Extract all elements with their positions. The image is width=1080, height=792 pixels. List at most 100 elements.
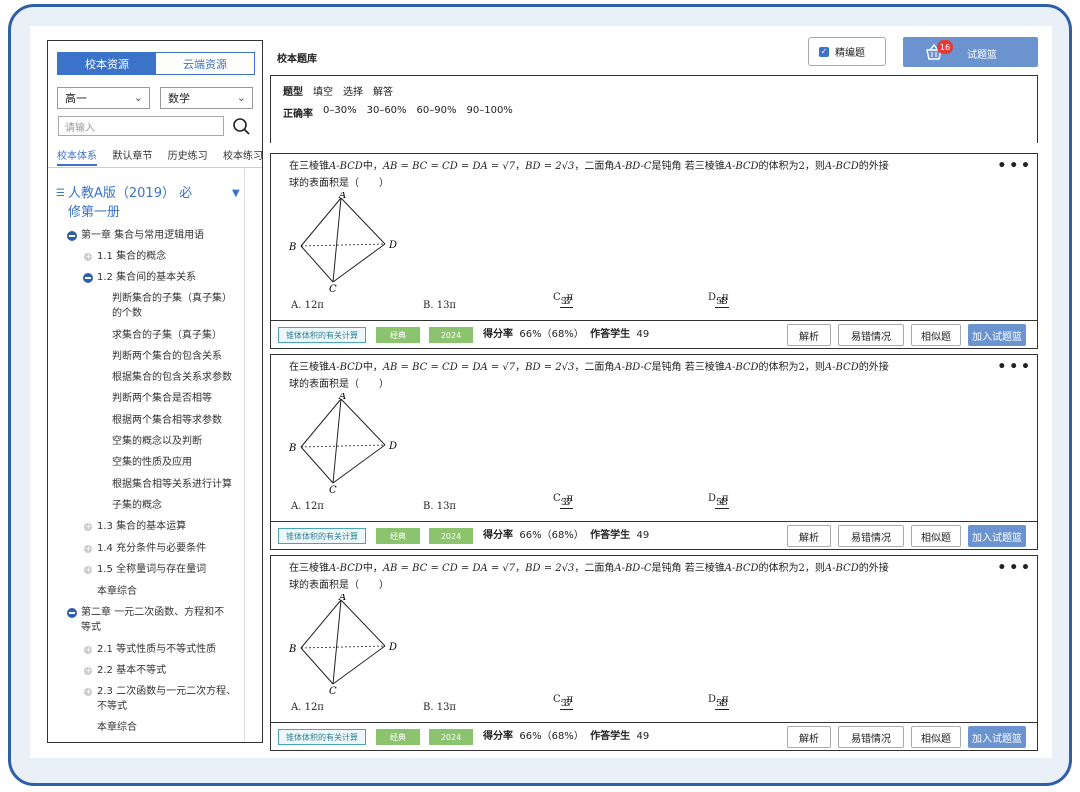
score-rate-value: 66%（68%） [519,329,584,340]
analysis-button[interactable]: 解析 [787,324,831,346]
tree-leaf[interactable]: 子集的概念 [112,498,162,513]
option-a: A. 12π [291,702,324,713]
tree-leaf[interactable]: 判断两个集合的包含关系 [112,349,222,364]
similar-questions-button[interactable]: 相似题 [911,525,961,547]
analysis-button[interactable]: 解析 [787,726,831,748]
tree-node[interactable]: 1.1 集合的概念 [84,249,166,264]
tree-node[interactable]: 2.1 等式性质与不等式性质 [84,642,216,657]
textbook-title-line1: 人教A版（2019） 必 [68,186,193,201]
tree-node[interactable]: 本章综合 [97,584,137,599]
question-line2: 球的表面积是（ ） [289,379,389,390]
tree-leaf[interactable]: 判断两个集合是否相等 [112,391,212,406]
vertex-b-label: B [289,242,296,253]
search-icon[interactable] [231,116,251,136]
question-stem: 在三棱锥A-BCD中，AB = BC = CD = DA = √7，BD = 2… [289,359,989,393]
tetrahedron-figure: A B D C [289,594,397,694]
basket-label: 试题篮 [967,50,997,61]
rate-option[interactable]: 0–30% [323,105,357,120]
vertex-a-label: A [338,393,346,402]
grade-select[interactable]: 高一 ⌄ [57,87,150,109]
option-c: C. 37 3 π [553,493,574,509]
option-c: C. 37 3 π [553,292,574,308]
tree-node[interactable]: 1.5 全称量词与存在量词 [84,562,206,577]
error-situation-button[interactable]: 易错情况 [838,324,904,346]
tree-node[interactable]: 2.2 基本不等式 [84,663,166,678]
vertex-d-label: D [388,642,397,653]
subject-value: 数学 [168,92,190,105]
similar-questions-button[interactable]: 相似题 [911,324,961,346]
rate-option[interactable]: 30–60% [367,105,407,120]
subject-select[interactable]: 数学 ⌄ [160,87,253,109]
textbook-selector[interactable]: ☰ 人教A版（2019） 必 修第一册 ▼ [56,184,243,222]
question-line1: 在三棱锥A-BCD中，AB = BC = CD = DA = √7，BD = 2… [289,563,889,574]
type-option[interactable]: 填空 [313,83,333,98]
tree-node[interactable]: 本章综合 [97,720,137,735]
tree-node[interactable]: 1.3 集合的基本运算 [84,519,186,534]
subtab-school-system[interactable]: 校本体系 [57,147,97,166]
subtab-history-practice[interactable]: 历史练习 [168,147,208,166]
type-option[interactable]: 选择 [343,83,363,98]
more-options-icon[interactable]: • • • [997,359,1030,375]
knowledge-tag[interactable]: 锥体体积的有关计算 [278,729,366,745]
expand-icon[interactable] [84,684,92,699]
tree-node[interactable]: 1.4 充分条件与必要条件 [84,541,206,556]
tab-school-resources[interactable]: 校本资源 [58,53,156,74]
subtab-school-practice[interactable]: 校本练习 [223,147,262,166]
tree-node-cont: 不等式 [97,701,127,712]
tree-leaf[interactable]: 空集的概念以及判断 [112,434,202,449]
tree-leaf[interactable]: 根据集合相等关系进行计算 [112,477,232,492]
classic-tag: 经典 [376,327,420,343]
add-to-basket-button[interactable]: 加入试题篮 [968,726,1026,748]
question-line1: 在三棱锥A-BCD中，AB = BC = CD = DA = √7，BD = 2… [289,362,889,373]
tree-node[interactable]: 2.3 二次函数与一元二次方程、 [84,684,236,699]
tree-node[interactable]: 1.2 集合间的基本关系 [83,270,196,285]
option-d: D. 53 4 π [708,292,729,308]
refined-checkbox[interactable]: ✓ 精编题 [808,37,886,66]
knowledge-tag[interactable]: 锥体体积的有关计算 [278,528,366,544]
knowledge-tag[interactable]: 锥体体积的有关计算 [278,327,366,343]
option-b: B. 13π [423,501,457,512]
expand-icon[interactable] [84,663,92,678]
students-count: 49 [636,731,650,742]
tab-cloud-resources[interactable]: 云端资源 [156,53,254,74]
tree-leaf[interactable]: 的个数 [112,306,142,321]
vertex-c-label: C [329,284,337,292]
subtab-default-chapters[interactable]: 默认章节 [112,147,152,166]
tree-leaf[interactable]: 判断集合的子集（真子集） [112,291,232,306]
question-stem: 在三棱锥A-BCD中，AB = BC = CD = DA = √7，BD = 2… [289,560,989,594]
question-basket-button[interactable]: 16 试题篮 [903,37,1038,67]
expand-icon[interactable] [84,541,92,556]
type-filter-row: 题型 填空 选择 解答 [283,83,393,98]
more-options-icon[interactable]: • • • [997,560,1030,576]
basket-count-badge: 16 [937,40,953,54]
expand-icon[interactable] [84,519,92,534]
type-option[interactable]: 解答 [373,83,393,98]
tree-node-chapter2[interactable]: 第二章 一元二次函数、方程和不 [67,605,224,620]
collapse-icon[interactable] [83,273,93,283]
score-rate-value: 66%（68%） [519,731,584,742]
more-options-icon[interactable]: • • • [997,158,1030,174]
collapse-icon[interactable] [67,608,77,618]
tree-leaf[interactable]: 求集合的子集（真子集） [112,328,222,343]
rate-option[interactable]: 60–90% [417,105,457,120]
analysis-button[interactable]: 解析 [787,525,831,547]
tree-leaf[interactable]: 空集的性质及应用 [112,455,192,470]
tree-leaf[interactable]: 根据两个集合相等求参数 [112,413,222,428]
tree-scroll-line [244,168,245,742]
expand-icon[interactable] [84,249,92,264]
add-to-basket-button[interactable]: 加入试题篮 [968,525,1026,547]
error-situation-button[interactable]: 易错情况 [838,726,904,748]
source-tabs: 校本资源 云端资源 [57,52,255,75]
similar-questions-button[interactable]: 相似题 [911,726,961,748]
error-situation-button[interactable]: 易错情况 [838,525,904,547]
expand-icon[interactable] [84,642,92,657]
rate-option[interactable]: 90–100% [467,105,513,120]
search-input[interactable]: 请输入 [58,116,224,136]
vertex-d-label: D [388,441,397,452]
list-icon: ☰ [56,188,65,199]
tree-leaf[interactable]: 根据集合的包含关系求参数 [112,370,232,385]
collapse-icon[interactable] [67,231,77,241]
expand-icon[interactable] [84,562,92,577]
tree-node-chapter1[interactable]: 第一章 集合与常用逻辑用语 [67,228,204,243]
add-to-basket-button[interactable]: 加入试题篮 [968,324,1026,346]
